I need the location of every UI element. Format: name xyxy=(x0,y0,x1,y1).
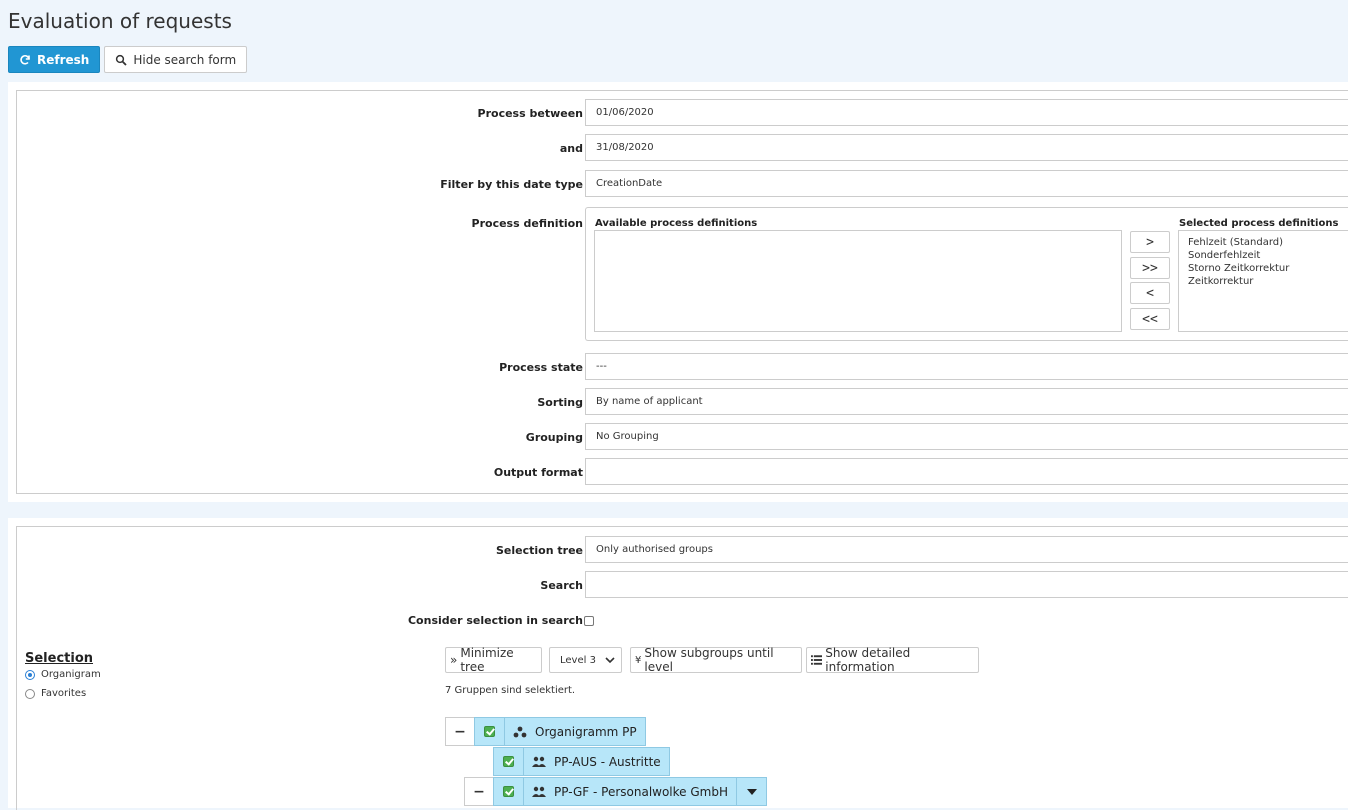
sitemap-icon xyxy=(505,726,535,738)
available-definitions-list[interactable] xyxy=(594,230,1122,332)
grouping-label: Grouping xyxy=(525,431,583,444)
refresh-label: Refresh xyxy=(37,52,90,67)
output-format-select[interactable] xyxy=(585,458,1348,485)
selection-panel: Selection tree Only authorised groups Se… xyxy=(8,518,1348,810)
selection-form: Selection tree Only authorised groups Se… xyxy=(16,526,1348,810)
sorting-label: Sorting xyxy=(537,396,583,409)
level-select[interactable]: Level 3 xyxy=(549,647,622,673)
sorting-select[interactable]: By name of applicant xyxy=(585,388,1348,415)
process-between-label: Process between xyxy=(477,107,583,120)
tree-node-label: PP-GF - Personalwolke GmbH xyxy=(554,784,728,799)
move-one-left-button[interactable]: < xyxy=(1130,282,1170,304)
radio-favorites[interactable]: Favorites xyxy=(25,688,86,699)
output-format-label: Output format xyxy=(493,466,583,479)
process-definition-box: Available process definitions > >> < << … xyxy=(585,207,1348,341)
refresh-button[interactable]: Refresh xyxy=(8,46,101,73)
collapse-organigramm-button[interactable]: − xyxy=(445,717,475,746)
minimize-tree-label: Minimize tree xyxy=(460,646,514,674)
checked-icon xyxy=(484,726,495,737)
hide-search-form-label: Hide search form xyxy=(133,52,237,67)
tree-node-pp-aus[interactable]: PP-AUS - Austritte xyxy=(493,747,670,776)
checked-icon xyxy=(503,786,514,797)
search-input[interactable] xyxy=(585,571,1348,598)
tree-node-organigramm[interactable]: Organigramm PP xyxy=(474,717,646,746)
tree-node-label: PP-AUS - Austritte xyxy=(554,754,661,769)
page-title: Evaluation of requests xyxy=(8,9,232,33)
zoom-icon xyxy=(116,54,127,66)
consider-selection-label: Consider selection in search xyxy=(407,614,583,627)
available-definitions-heading: Available process definitions xyxy=(595,218,758,229)
users-icon xyxy=(524,756,554,767)
selection-tree-label: Selection tree xyxy=(496,544,583,557)
selected-definitions-list[interactable]: Fehlzeit (Standard) Sonderfehlzeit Storn… xyxy=(1178,230,1348,332)
show-detailed-info-label: Show detailed information xyxy=(825,646,911,674)
list-item[interactable]: Sonderfehlzeit xyxy=(1188,249,1340,262)
show-detailed-info-button[interactable]: Show detailed information xyxy=(806,646,979,674)
tree-node-checkbox[interactable] xyxy=(494,778,524,805)
show-subgroups-label: Show subgroups until level xyxy=(644,646,774,674)
grouping-select[interactable]: No Grouping xyxy=(585,423,1348,450)
chevron-down-icon xyxy=(605,656,615,663)
list-icon xyxy=(811,655,823,665)
radio-favorites-label: Favorites xyxy=(41,688,87,699)
consider-selection-checkbox[interactable] xyxy=(584,616,594,626)
list-item[interactable]: Zeitkorrektur xyxy=(1188,275,1340,288)
double-chevron-down-icon: ¥ xyxy=(635,654,642,666)
and-label: and xyxy=(559,142,583,155)
move-all-right-button[interactable]: >> xyxy=(1130,257,1170,279)
date-type-label: Filter by this date type xyxy=(440,178,583,191)
tree-node-dropdown[interactable] xyxy=(736,778,766,805)
minimize-tree-button[interactable]: » Minimize tree xyxy=(445,646,542,674)
toolbar: Refresh Hide search form xyxy=(8,46,248,73)
list-item[interactable]: Storno Zeitkorrektur xyxy=(1188,262,1340,275)
level-select-value: Level 3 xyxy=(560,654,596,666)
double-chevron-right-icon: » xyxy=(450,653,458,667)
radio-organigram-dot[interactable] xyxy=(25,669,35,680)
search-form: Process between 01/06/2020 and 31/08/202… xyxy=(16,90,1348,494)
collapse-pp-gf-button[interactable]: − xyxy=(464,777,494,806)
tree-node-label: Organigramm PP xyxy=(535,724,637,739)
process-definition-label: Process definition xyxy=(471,217,583,230)
process-between-input[interactable]: 01/06/2020 xyxy=(585,99,1348,126)
tree-node-checkbox[interactable] xyxy=(475,718,505,745)
show-subgroups-button[interactable]: ¥ Show subgroups until level xyxy=(630,646,802,674)
radio-organigram-label: Organigram xyxy=(41,669,101,680)
hide-search-form-button[interactable]: Hide search form xyxy=(104,46,248,73)
date-type-select[interactable]: CreationDate xyxy=(585,170,1348,197)
tree-node-pp-gf[interactable]: PP-GF - Personalwolke GmbH xyxy=(493,777,767,806)
move-one-right-button[interactable]: > xyxy=(1130,231,1170,253)
users-icon xyxy=(524,786,554,797)
selected-groups-info: 7 Gruppen sind selektiert. xyxy=(445,685,576,696)
refresh-icon xyxy=(20,54,30,65)
checked-icon xyxy=(503,756,514,767)
move-all-left-button[interactable]: << xyxy=(1130,308,1170,330)
process-state-label: Process state xyxy=(499,361,583,374)
search-form-panel: Process between 01/06/2020 and 31/08/202… xyxy=(8,82,1348,502)
radio-favorites-dot[interactable] xyxy=(25,688,35,699)
list-item[interactable]: Fehlzeit (Standard) xyxy=(1188,236,1340,249)
search-label: Search xyxy=(540,579,583,592)
selected-definitions-heading: Selected process definitions xyxy=(1179,218,1339,229)
caret-down-icon xyxy=(746,788,757,795)
tree-node-checkbox[interactable] xyxy=(494,748,524,775)
process-state-select[interactable]: --- xyxy=(585,353,1348,380)
and-date-input[interactable]: 31/08/2020 xyxy=(585,134,1348,161)
selection-tree-select[interactable]: Only authorised groups xyxy=(585,536,1348,563)
selection-heading: Selection xyxy=(25,651,94,666)
radio-organigram[interactable]: Organigram xyxy=(25,669,101,680)
